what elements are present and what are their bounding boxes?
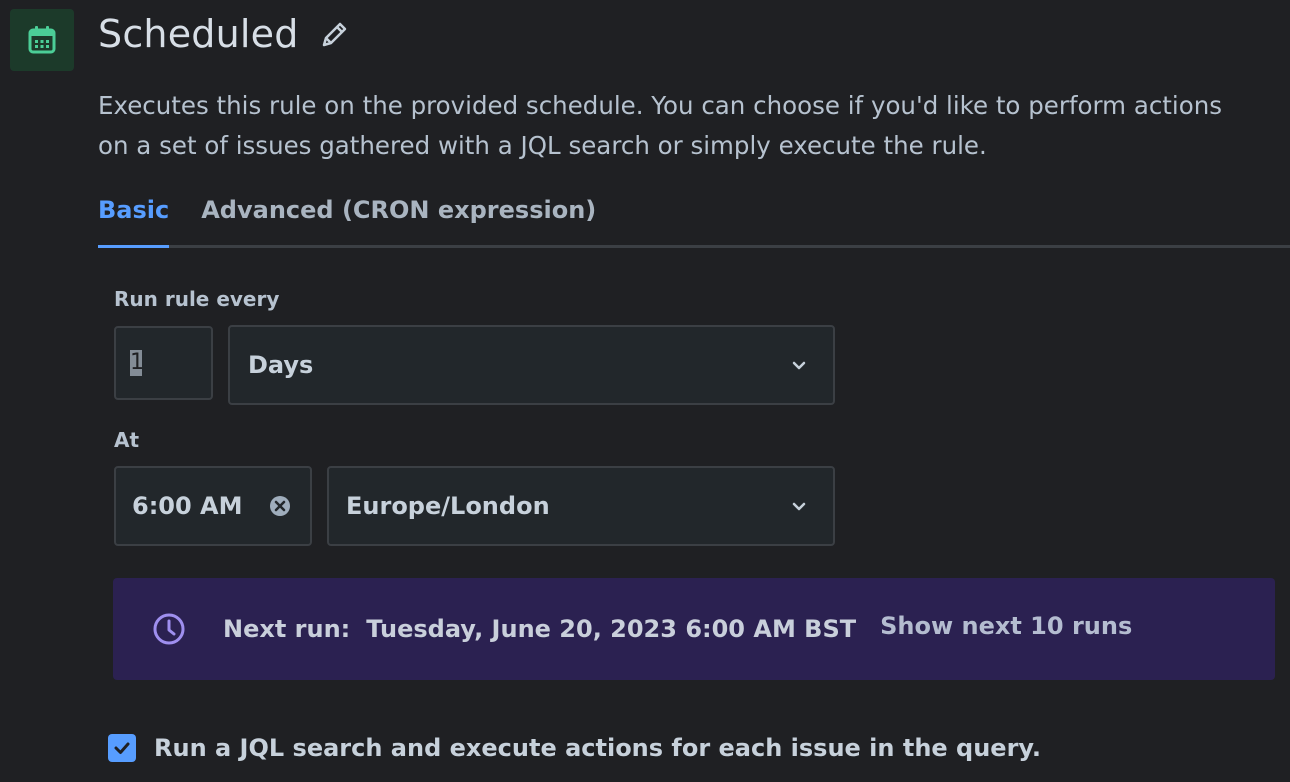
chevron-down-icon (789, 496, 809, 516)
tab-advanced-cron[interactable]: Advanced (CRON expression) (201, 190, 596, 245)
jql-checkbox-label: Run a JQL search and execute actions for… (154, 734, 1041, 762)
check-icon (114, 742, 130, 754)
time-input[interactable]: 6:00 AM (114, 466, 312, 546)
jql-checkbox[interactable] (108, 734, 136, 762)
clock-icon (151, 611, 187, 647)
schedule-tabs: Basic Advanced (CRON expression) (98, 190, 1290, 248)
next-run-banner: Next run: Tuesday, June 20, 2023 6:00 AM… (113, 578, 1275, 680)
timezone-value: Europe/London (346, 492, 550, 520)
show-next-runs-link[interactable]: Show next 10 runs (880, 612, 1132, 640)
scheduled-trigger-panel: Scheduled Executes this rule on the prov… (0, 0, 1290, 782)
page-title: Scheduled (98, 12, 299, 56)
rule-description: Executes this rule on the provided sched… (98, 91, 1222, 160)
at-label: At (114, 428, 140, 452)
timezone-select[interactable]: Europe/London (327, 466, 835, 546)
chevron-down-icon (789, 355, 809, 375)
next-run-value: Tuesday, June 20, 2023 6:00 AM BST (366, 615, 857, 643)
interval-unit-value: Days (248, 351, 314, 379)
jql-option-row: Run a JQL search and execute actions for… (108, 734, 1041, 762)
interval-value: 1 (130, 350, 144, 376)
interval-number-input[interactable]: 1 (114, 326, 213, 400)
clear-icon[interactable] (268, 494, 292, 518)
run-every-label: Run rule every (114, 287, 280, 311)
calendar-icon (10, 9, 74, 71)
tab-basic[interactable]: Basic (98, 190, 170, 248)
next-run-label: Next run: (223, 615, 351, 643)
time-value: 6:00 AM (132, 492, 243, 520)
pencil-icon[interactable] (317, 16, 353, 52)
interval-unit-select[interactable]: Days (228, 325, 835, 405)
title-row: Scheduled (98, 12, 353, 56)
